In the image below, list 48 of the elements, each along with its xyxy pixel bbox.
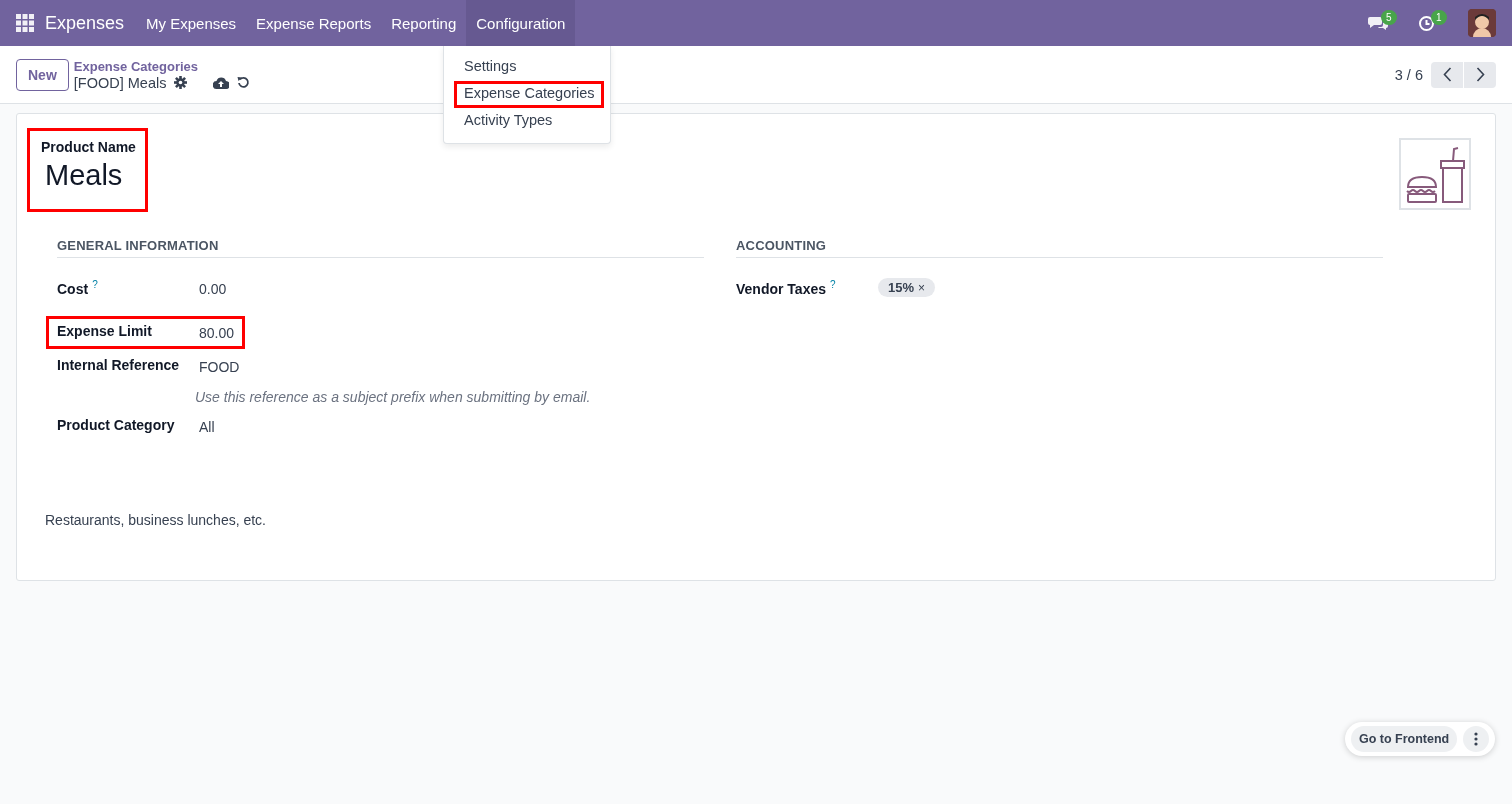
product-name-field[interactable]: Meals [41, 159, 136, 192]
description-text[interactable]: Restaurants, business lunches, etc. [45, 512, 266, 528]
help-tooltip-mark[interactable]: ? [830, 279, 836, 290]
tax-tag[interactable]: 15% × [878, 278, 936, 297]
tag-label: 15% [888, 280, 915, 295]
breadcrumb-link[interactable]: Expense Categories [73, 58, 251, 75]
new-button[interactable]: New [16, 58, 69, 91]
previous-button[interactable] [1431, 61, 1463, 88]
menu-item[interactable]: Expense Reports [246, 0, 382, 46]
field-label: Product Category [57, 417, 175, 433]
field-label: Product Name [41, 139, 136, 155]
menu-item[interactable]: Reporting [381, 0, 467, 46]
burger-and-drink-image[interactable] [1399, 138, 1471, 210]
app-name[interactable]: Expenses [45, 12, 125, 34]
section-title: GENERAL INFORMATION [57, 238, 704, 258]
chevron-left-icon [1442, 67, 1452, 82]
discard-icon[interactable] [237, 76, 251, 89]
section-title: ACCOUNTING [736, 238, 1383, 258]
field-value[interactable]: 0.00 [199, 279, 704, 297]
menu-item[interactable]: My Expenses [136, 0, 247, 46]
message-count-badge: 5 [1381, 10, 1397, 25]
user-avatar[interactable] [1468, 9, 1496, 37]
settings-icon[interactable] [174, 76, 188, 89]
field-value[interactable]: All [199, 417, 704, 435]
chevron-right-icon [1475, 67, 1485, 82]
dropdown-menu-item[interactable]: Settings [444, 54, 610, 81]
field-label: Cost [57, 280, 89, 297]
vertical-dots-icon [1474, 732, 1479, 746]
field-hint: Use this reference as a subject prefix when submitting by email. [195, 389, 592, 405]
go-to-frontend-button[interactable]: Go to Frontend [1351, 726, 1458, 752]
pager-value: 3 / 6 [1394, 66, 1423, 83]
apps-grid-icon[interactable] [16, 14, 34, 32]
more-options-button[interactable] [1463, 726, 1490, 752]
field-label: Expense Limit [57, 323, 152, 339]
dropdown-menu-item[interactable]: Expense Categories [454, 81, 604, 108]
field-label: Vendor Taxes [736, 280, 826, 297]
cloud-upload-icon[interactable] [213, 76, 230, 89]
field-label: Internal Reference [57, 357, 180, 373]
tag-remove-button[interactable]: × [918, 280, 926, 295]
next-button[interactable] [1464, 61, 1496, 88]
menu-item[interactable]: Configuration [466, 0, 576, 46]
activity-count-badge: 1 [1431, 10, 1447, 25]
record-title: [FOOD] Meals [73, 74, 167, 91]
help-tooltip-mark[interactable]: ? [92, 279, 98, 290]
field-value[interactable]: 80.00 [199, 323, 235, 341]
dropdown-menu-item[interactable]: Activity Types [444, 108, 610, 135]
clock-icon[interactable] [1418, 14, 1435, 32]
field-value[interactable]: FOOD [199, 357, 704, 375]
